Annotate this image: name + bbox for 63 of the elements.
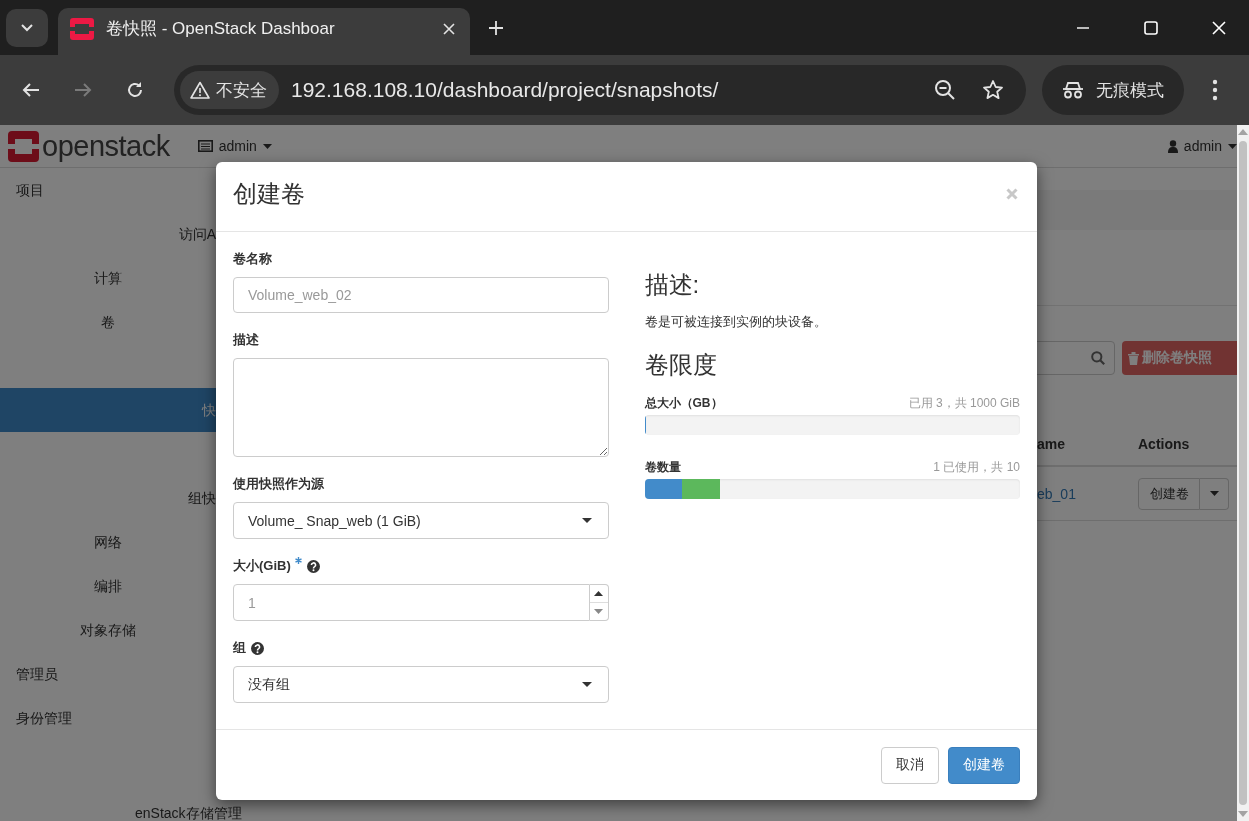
security-chip[interactable]: 不安全	[180, 71, 279, 109]
close-icon[interactable]	[442, 21, 456, 36]
chevron-down-icon	[21, 23, 33, 32]
field-label: 描述	[233, 331, 259, 349]
name-link[interactable]: eb_01	[1037, 485, 1076, 502]
caret-icon	[581, 518, 592, 523]
field-label: 大小(GiB)	[233, 557, 291, 575]
caret-icon	[1209, 491, 1219, 496]
project-dropdown[interactable]: admin	[197, 138, 272, 154]
footer-text: enStack存储管理	[134, 806, 243, 821]
quota-label: 总大小（GB）	[644, 395, 723, 411]
cancel-button[interactable]: 取消	[881, 746, 939, 784]
quota-label: 卷数量	[644, 459, 681, 475]
delete-button[interactable]: 删除卷快照	[1122, 341, 1237, 375]
quota-reading: 1 已使用，共 10	[933, 459, 1020, 475]
select-field[interactable]: Volume_ Snap_web (1 GiB)	[233, 502, 609, 539]
user-dropdown[interactable]: admin	[1167, 138, 1237, 154]
back-icon[interactable]	[22, 82, 40, 98]
plus-icon[interactable]	[488, 19, 504, 36]
trash-icon	[1128, 351, 1139, 365]
tab-title: 卷快照 - OpenStack Dashboar	[106, 18, 336, 40]
list-icon	[197, 140, 213, 152]
select-field[interactable]: 没有组	[233, 666, 609, 703]
up-arrow-icon	[594, 591, 603, 596]
browser-tab[interactable]: 卷快照 - OpenStack Dashboar	[58, 8, 470, 55]
more-icon[interactable]	[1212, 79, 1218, 101]
help-icon[interactable]	[251, 641, 264, 655]
dropdown-toggle[interactable]	[1200, 477, 1229, 510]
incognito-button[interactable]: 无痕模式	[1042, 65, 1184, 115]
caret-icon	[262, 143, 272, 149]
logo-text: openstack	[42, 129, 170, 163]
field-label: 组	[233, 639, 246, 657]
down-arrow-icon	[594, 609, 603, 614]
modal-title: 创建卷	[233, 178, 305, 209]
description-field[interactable]	[233, 358, 609, 457]
text-field[interactable]: Volume_web_02	[233, 277, 609, 313]
caret-icon	[1228, 143, 1237, 149]
create-volume-button[interactable]: 创建卷	[948, 746, 1020, 784]
address-bar[interactable]: 不安全 192.168.108.10/dashboard/project/snapshots/	[174, 65, 1026, 115]
section-heading: 描述:	[644, 271, 701, 299]
search-icon	[1091, 351, 1105, 365]
maximize-icon[interactable]	[1143, 19, 1159, 36]
openstack-logo-icon	[70, 17, 94, 40]
zoom-out-icon[interactable]	[934, 79, 956, 101]
section-heading: 卷限度	[644, 351, 718, 379]
openstack-logo-icon	[8, 130, 39, 162]
help-icon[interactable]	[306, 559, 320, 573]
scrollbar[interactable]	[1237, 125, 1249, 821]
column-header: ame	[1037, 436, 1067, 452]
column-header: Actions	[1138, 436, 1191, 452]
warning-icon	[190, 81, 210, 99]
field-label: 卷名称	[233, 250, 272, 268]
caret-icon	[581, 682, 592, 687]
create-volume-button[interactable]: 创建卷	[1138, 477, 1200, 510]
field-label: 使用快照作为源	[233, 475, 324, 493]
reload-icon[interactable]	[126, 81, 144, 99]
person-icon	[1167, 139, 1178, 153]
incognito-icon	[1062, 81, 1084, 99]
description-text: 卷是可被连接到实例的块设备。	[644, 313, 828, 331]
url-text: 192.168.108.10/dashboard/project/snapshots/	[291, 78, 719, 102]
number-field[interactable]: 1	[233, 584, 590, 621]
quota-reading: 已用 3，共 1000 GiB	[908, 395, 1020, 411]
star-icon[interactable]	[982, 79, 1004, 101]
